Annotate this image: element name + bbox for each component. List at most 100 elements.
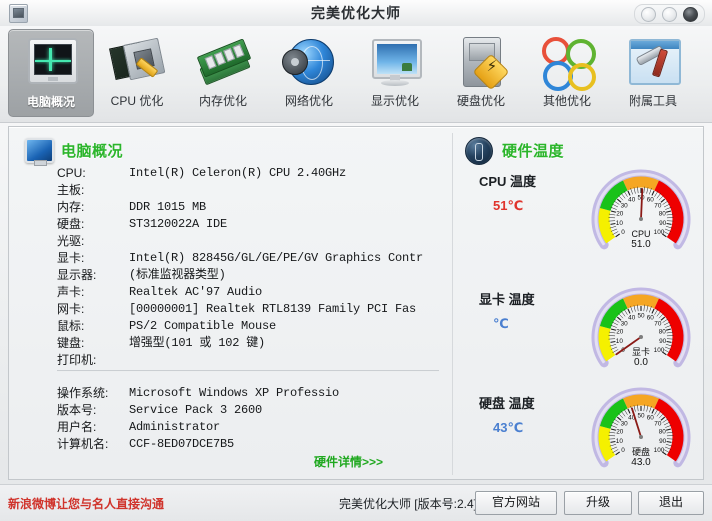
- svg-text:40: 40: [628, 314, 636, 321]
- svg-text:70: 70: [654, 202, 662, 209]
- info-key: 硬盘:: [57, 216, 129, 233]
- toolbar-item-network-optimize[interactable]: 网络优化: [266, 29, 352, 117]
- system-value: Administrator: [129, 419, 220, 436]
- svg-text:CPU: CPU: [631, 229, 650, 239]
- temperature-label: CPU 温度: [479, 171, 536, 190]
- svg-text:10: 10: [616, 338, 624, 345]
- toolbar-item-display-optimize[interactable]: 显示优化: [352, 29, 438, 117]
- memory-optimize-icon: [196, 35, 250, 89]
- svg-text:20: 20: [616, 429, 624, 436]
- promo-link[interactable]: 新浪微博让您与名人直接沟通: [8, 495, 164, 512]
- info-value: Intel(R) 82845G/GL/GE/PE/GV Graphics Con…: [129, 250, 423, 267]
- toolbar-item-memory-optimize[interactable]: 内存优化: [180, 29, 266, 117]
- gpu-temperature-readout: 显卡 温度 ℃: [479, 289, 535, 332]
- svg-text:30: 30: [621, 202, 629, 209]
- upgrade-button[interactable]: 升级: [564, 491, 632, 515]
- status-bar: 新浪微博让您与名人直接沟通 完美优化大师 [版本号:2.4] 官方网站 升级 退…: [0, 484, 712, 521]
- hardware-details-link[interactable]: 硬件详情>>>: [314, 453, 383, 470]
- info-row: 鼠标:PS/2 Compatible Mouse: [57, 318, 447, 335]
- info-key: 显示器:: [57, 267, 129, 284]
- svg-text:60: 60: [647, 314, 655, 321]
- cpu-temperature-gauge: 0102030405060708090100CPU51.0: [587, 157, 695, 259]
- toolbar-item-computer-overview[interactable]: 电脑概况: [8, 29, 94, 117]
- official-site-button[interactable]: 官方网站: [475, 491, 557, 515]
- temperature-label: 硬盘 温度: [479, 393, 535, 412]
- toolbar-label: 显示优化: [371, 92, 419, 109]
- extra-tools-icon: [626, 35, 680, 89]
- svg-text:20: 20: [616, 211, 624, 218]
- info-row: 主板:: [57, 182, 447, 199]
- computer-overview-icon: [24, 36, 78, 90]
- info-value: 增强型(101 或 102 键): [129, 335, 265, 352]
- svg-text:硬盘: 硬盘: [632, 446, 650, 457]
- disk-temperature-readout: 硬盘 温度 43℃: [479, 393, 535, 436]
- gpu-temperature-gauge: 0102030405060708090100显卡0.0: [587, 275, 695, 377]
- info-value: Intel(R) Celeron(R) CPU 2.40GHz: [129, 165, 346, 182]
- svg-text:80: 80: [659, 329, 667, 336]
- svg-text:50: 50: [637, 312, 645, 319]
- info-key: 键盘:: [57, 335, 129, 352]
- system-row: 版本号:Service Pack 3 2600: [57, 402, 447, 419]
- info-value: (标准监视器类型): [129, 267, 226, 284]
- toolbar-label: 硬盘优化: [457, 92, 505, 109]
- version-label: 完美优化大师 [版本号:2.4]: [339, 495, 477, 512]
- window-controls: [634, 4, 705, 24]
- info-value: ST3120022A IDE: [129, 216, 227, 233]
- info-row: 打印机:: [57, 352, 447, 369]
- title-bar: 完美优化大师: [0, 0, 712, 27]
- temperature-value: ℃: [493, 316, 535, 332]
- panel-divider: [452, 133, 453, 475]
- cpu-temperature-readout: CPU 温度 51℃: [479, 171, 536, 214]
- window-title: 完美优化大师: [0, 0, 712, 26]
- info-row: 声卡:Realtek AC'97 Audio: [57, 284, 447, 301]
- display-optimize-icon: [368, 35, 422, 89]
- close-button[interactable]: [683, 7, 698, 22]
- maximize-button[interactable]: [662, 7, 677, 22]
- thermometer-icon: [464, 137, 494, 163]
- svg-text:50: 50: [637, 412, 645, 419]
- system-row: 操作系统:Microsoft Windows XP Professio: [57, 385, 447, 402]
- svg-text:100: 100: [654, 229, 665, 236]
- temperature-section-header: 硬件温度: [464, 137, 564, 163]
- info-key: 网卡:: [57, 301, 129, 318]
- svg-text:70: 70: [654, 320, 662, 327]
- network-optimize-icon: [282, 35, 336, 89]
- main-toolbar: 电脑概况 CPU 优化 内存优化 网络优化: [0, 26, 712, 123]
- info-key: 鼠标:: [57, 318, 129, 335]
- svg-text:30: 30: [621, 420, 629, 427]
- svg-text:70: 70: [654, 420, 662, 427]
- temperature-title: 硬件温度: [502, 140, 564, 161]
- overview-title: 电脑概况: [61, 140, 123, 161]
- info-key: 内存:: [57, 199, 129, 216]
- toolbar-item-disk-optimize[interactable]: 硬盘优化: [438, 29, 524, 117]
- system-key: 版本号:: [57, 402, 129, 419]
- disk-optimize-icon: [454, 35, 508, 89]
- svg-text:60: 60: [647, 196, 655, 203]
- info-row: 内存:DDR 1015 MB: [57, 199, 447, 216]
- overview-section-header: 电脑概况: [23, 137, 123, 163]
- divider-line: [57, 370, 439, 372]
- svg-text:10: 10: [616, 438, 624, 445]
- info-key: 声卡:: [57, 284, 129, 301]
- system-key: 用户名:: [57, 419, 129, 436]
- toolbar-label: 网络优化: [285, 92, 333, 109]
- svg-text:20: 20: [616, 329, 624, 336]
- info-key: 显卡:: [57, 250, 129, 267]
- toolbar-item-extra-tools[interactable]: 附属工具: [610, 29, 696, 117]
- minimize-button[interactable]: [641, 7, 656, 22]
- system-value: Service Pack 3 2600: [129, 402, 262, 419]
- info-row: 网卡:[00000001] Realtek RTL8139 Family PCI…: [57, 301, 447, 318]
- temperature-value: 51℃: [493, 198, 536, 214]
- other-optimize-icon: [540, 35, 594, 89]
- temperature-value: 43℃: [493, 420, 535, 436]
- info-row: 光驱:: [57, 233, 447, 250]
- temperature-label: 显卡 温度: [479, 289, 535, 308]
- toolbar-item-cpu-optimize[interactable]: CPU 优化: [94, 29, 180, 117]
- cpu-optimize-icon: [110, 35, 164, 89]
- exit-button[interactable]: 退出: [638, 491, 704, 515]
- toolbar-label: 其他优化: [543, 92, 591, 109]
- svg-text:60: 60: [647, 414, 655, 421]
- toolbar-item-other-optimize[interactable]: 其他优化: [524, 29, 610, 117]
- info-value: Realtek AC'97 Audio: [129, 284, 262, 301]
- svg-text:90: 90: [659, 338, 667, 345]
